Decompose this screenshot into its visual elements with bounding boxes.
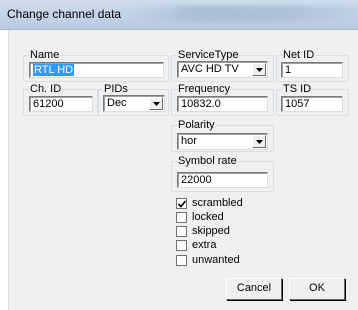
ch-id-field[interactable]: 61200: [29, 96, 93, 112]
net-id-field[interactable]: 1: [281, 62, 343, 78]
polarity-select[interactable]: hor: [177, 133, 268, 150]
frequency-value: 10832.0: [181, 98, 221, 110]
name-value: RTL HD: [33, 64, 75, 76]
symbol-rate-field[interactable]: 22000: [177, 172, 268, 188]
title-bar[interactable]: Change channel data: [0, 0, 358, 30]
ok-button[interactable]: OK: [289, 278, 345, 300]
window-title: Change channel data: [7, 7, 122, 21]
symbol-rate-label: Symbol rate: [177, 155, 238, 167]
frequency-label: Frequency: [177, 83, 231, 95]
name-label: Name: [29, 49, 61, 61]
service-type-select[interactable]: AVC HD TV: [177, 61, 268, 78]
check-icon: [178, 200, 186, 208]
net-id-label: Net ID: [282, 49, 316, 61]
service-type-label: ServiceType: [177, 49, 240, 61]
ts-id-label: TS ID: [282, 83, 313, 95]
blurred-title-region: [130, 6, 358, 22]
chevron-down-icon: [256, 140, 263, 144]
extra-label: extra: [192, 239, 217, 251]
frequency-field[interactable]: 10832.0: [177, 96, 268, 112]
ch-id-label: Ch. ID: [29, 83, 63, 95]
service-type-dropdown-button[interactable]: [252, 63, 266, 76]
skipped-label: skipped: [192, 225, 230, 237]
polarity-dropdown-button[interactable]: [252, 135, 266, 148]
extra-checkbox-box[interactable]: [176, 240, 187, 251]
chevron-down-icon: [256, 68, 263, 72]
unwanted-checkbox-box[interactable]: [176, 255, 187, 266]
net-id-value: 1: [285, 64, 292, 76]
polarity-value: hor: [181, 135, 197, 147]
ts-id-value: 1057: [285, 98, 310, 110]
dialog-body: Name RTL HD ServiceType AVC HD TV Net ID…: [8, 30, 358, 310]
locked-checkbox-box[interactable]: [176, 212, 187, 223]
symbol-rate-value: 22000: [181, 174, 212, 186]
scrambled-label: scrambled: [192, 197, 243, 209]
pids-label: PIDs: [103, 83, 129, 95]
pids-value: Dec: [107, 97, 127, 109]
ch-id-value: 61200: [33, 98, 64, 110]
pids-select[interactable]: Dec: [103, 95, 165, 112]
ts-id-field[interactable]: 1057: [281, 96, 343, 112]
cancel-button[interactable]: Cancel: [226, 278, 282, 300]
unwanted-label: unwanted: [192, 254, 240, 266]
service-type-value: AVC HD TV: [181, 63, 239, 75]
name-field[interactable]: RTL HD: [29, 62, 164, 78]
skipped-checkbox-box[interactable]: [176, 226, 187, 237]
chevron-down-icon: [153, 102, 160, 106]
polarity-label: Polarity: [177, 119, 216, 131]
pids-dropdown-button[interactable]: [149, 97, 163, 110]
locked-label: locked: [192, 211, 224, 223]
scrambled-checkbox-box[interactable]: [176, 198, 187, 209]
